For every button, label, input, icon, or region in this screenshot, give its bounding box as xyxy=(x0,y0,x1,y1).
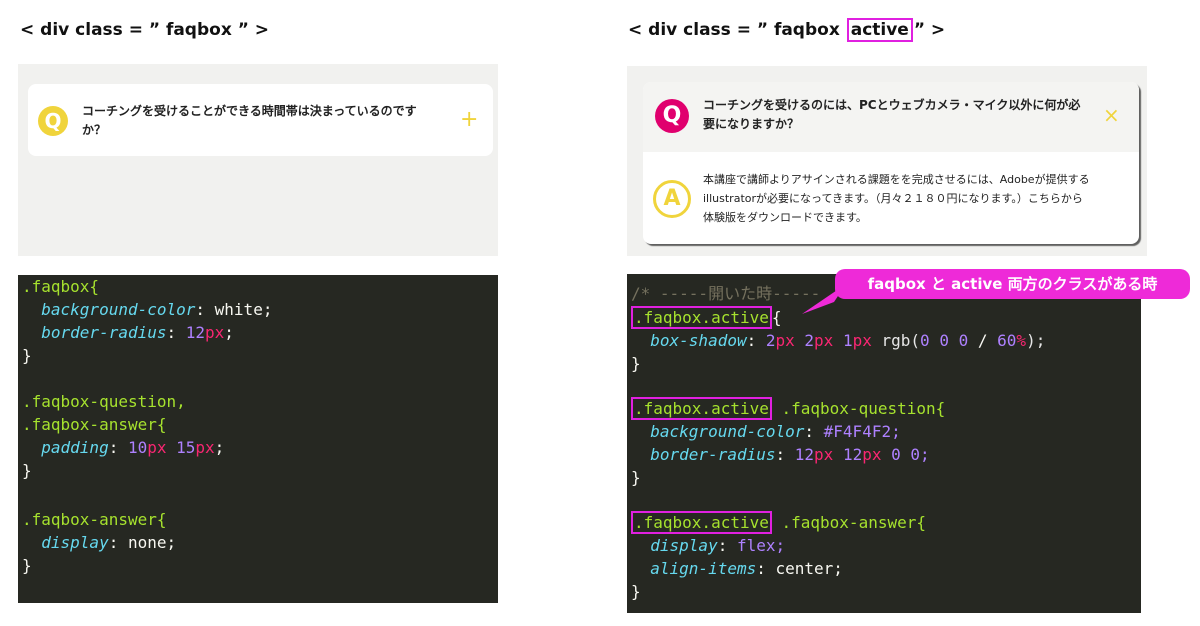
code-line: .faqbox-answer{ xyxy=(22,510,167,529)
active-selector-highlight: .faqbox.active xyxy=(631,306,772,329)
left-css-code-panel: .faqbox{ background-color: white; border… xyxy=(18,275,498,603)
code-line: border-radius: 12px; xyxy=(41,323,234,342)
code-line: align-items: center; xyxy=(650,559,843,578)
left-preview-panel: Q コーチングを受けることができる時間帯は決まっているのですか？ + xyxy=(18,64,498,256)
code-line: .faqbox{ xyxy=(22,277,100,296)
close-icon[interactable]: × xyxy=(1103,104,1120,126)
faq-question-text: コーチングを受けることができる時間帯は決まっているのですか？ xyxy=(82,104,417,137)
faq-answer-row: A 本講座で講師よりアサインされる課題をを完成させるには、Adobeが提供するi… xyxy=(643,152,1139,244)
right-preview-panel: Q コーチングを受けるのには、PCとウェブカメラ・マイク以外に何が必要になります… xyxy=(627,66,1147,256)
q-icon-active: Q xyxy=(655,99,689,133)
faq-question-text-active: コーチングを受けるのには、PCとウェブカメラ・マイク以外に何が必要になりますか？ xyxy=(703,98,1081,131)
code-line: padding: 10px 15px; xyxy=(41,438,225,457)
code-line: } xyxy=(631,468,641,487)
code-line: } xyxy=(631,582,641,601)
plus-icon[interactable]: + xyxy=(460,109,478,131)
code-line: background-color: #F4F4F2; xyxy=(650,422,901,441)
code-line: display: flex; xyxy=(650,536,786,555)
code-line: .faqbox.active .faqbox-answer{ xyxy=(631,511,926,534)
code-line: } xyxy=(22,556,32,575)
right-heading-prefix: < div class = ” faqbox xyxy=(628,20,846,40)
code-line: display: none; xyxy=(41,533,177,552)
code-line: border-radius: 12px 12px 0 0; xyxy=(650,445,930,464)
active-selector-highlight: .faqbox.active xyxy=(631,511,772,534)
code-line: .faqbox-answer{ xyxy=(22,415,167,434)
code-line: } xyxy=(22,346,32,365)
code-line: .faqbox.active .faqbox-question{ xyxy=(631,397,945,420)
faq-answer-text: 本講座で講師よりアサインされる課題をを完成させるには、Adobeが提供するill… xyxy=(703,173,1090,224)
right-heading-suffix: ” > xyxy=(913,20,946,40)
callout-badge: faqbox と active 両方のクラスがある時 xyxy=(835,269,1190,299)
a-icon: A xyxy=(653,180,691,218)
right-heading: < div class = ” faqbox active” > xyxy=(628,18,945,42)
code-line: } xyxy=(22,461,32,480)
q-icon: Q xyxy=(38,106,68,136)
right-css-code-panel: /* -----開いた時----- .faqbox.active{ box-sh… xyxy=(627,274,1141,613)
active-selector-highlight: .faqbox.active xyxy=(631,397,772,420)
faq-card-closed[interactable]: Q コーチングを受けることができる時間帯は決まっているのですか？ + xyxy=(28,84,493,156)
code-line: .faqbox.active{ xyxy=(631,306,782,329)
code-line: background-color: white; xyxy=(41,300,273,319)
faq-question-row[interactable]: Q コーチングを受けるのには、PCとウェブカメラ・マイク以外に何が必要になります… xyxy=(643,82,1139,152)
code-line: } xyxy=(631,354,641,373)
code-line: box-shadow: 2px 2px 1px rgb(0 0 0 / 60%)… xyxy=(650,331,1046,350)
code-line: .faqbox-question, xyxy=(22,392,186,411)
faq-card-active[interactable]: Q コーチングを受けるのには、PCとウェブカメラ・マイク以外に何が必要になります… xyxy=(643,82,1139,244)
left-heading: < div class = ” faqbox ” > xyxy=(20,20,270,40)
active-class-highlight: active xyxy=(846,18,913,42)
